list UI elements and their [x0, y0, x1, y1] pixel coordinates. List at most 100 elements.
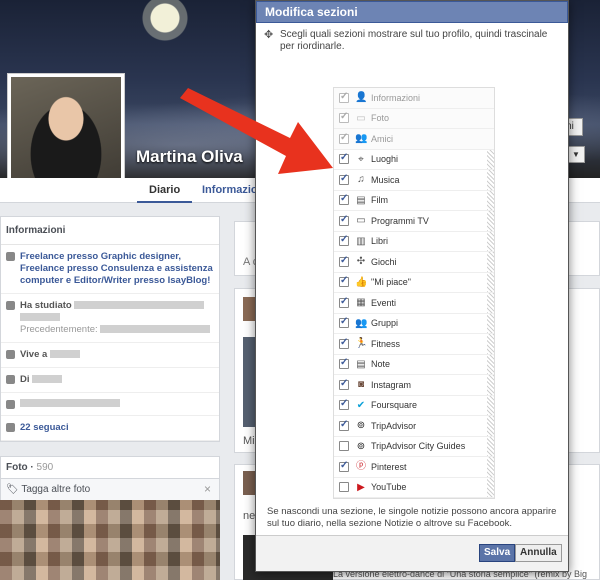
section-checkbox[interactable]	[339, 378, 349, 390]
friends-icon: 👥	[355, 133, 368, 145]
section-checkbox[interactable]	[339, 255, 349, 267]
section-label: Fitness	[371, 338, 401, 349]
section-item[interactable]: ✣ Giochi	[334, 252, 494, 273]
chevron-down-icon: ▼	[572, 150, 580, 159]
section-checkbox[interactable]	[339, 275, 349, 288]
section-item[interactable]: ♫ Musica	[334, 170, 494, 191]
section-checkbox[interactable]	[339, 234, 349, 247]
section-item[interactable]: 👍"Mi piace"	[334, 272, 494, 293]
instagram-icon: ◙	[357, 379, 365, 391]
photos-grid[interactable]	[0, 500, 220, 580]
photos-count: 590	[36, 462, 54, 473]
thumbs-up-icon: 👍	[355, 276, 368, 288]
section-checkbox[interactable]	[339, 441, 349, 452]
followers-link[interactable]: 22 seguaci	[20, 422, 69, 434]
save-button[interactable]: Salva	[479, 544, 516, 562]
info-lives-prefix: Vive a	[20, 349, 48, 360]
section-item[interactable]: 🏃Fitness	[334, 334, 494, 355]
section-checkbox[interactable]	[339, 316, 349, 329]
section-label: Foursquare	[371, 400, 418, 411]
section-item[interactable]: ✔ Foursquare	[334, 395, 494, 416]
section-label: Instagram	[371, 379, 412, 390]
section-item[interactable]: ▤ Note	[334, 354, 494, 375]
drag-handle[interactable]	[487, 395, 494, 415]
section-checkbox[interactable]	[339, 398, 349, 411]
pinterest-icon: ⓟ	[356, 461, 366, 473]
info-row-study: Ha studiato Precedentemente:	[1, 294, 219, 343]
section-item[interactable]: 👥Amici	[334, 129, 494, 150]
section-label: TripAdvisor	[371, 420, 417, 431]
section-item[interactable]: ⓟ Pinterest	[334, 457, 494, 478]
drag-handle[interactable]	[487, 354, 494, 374]
close-icon[interactable]: ×	[204, 482, 211, 496]
profile-picture[interactable]	[7, 73, 125, 191]
section-label: Luoghi	[371, 154, 399, 165]
drag-handle[interactable]	[487, 293, 494, 313]
section-checkbox[interactable]	[339, 460, 349, 472]
photos-header[interactable]: Foto · 590	[0, 456, 220, 479]
drag-handle[interactable]	[487, 334, 494, 354]
drag-handle[interactable]	[487, 457, 494, 477]
drag-handle[interactable]	[487, 231, 494, 251]
section-label: TripAdvisor City Guides	[371, 441, 466, 452]
section-label: Film	[371, 195, 388, 206]
drag-handle[interactable]	[487, 149, 494, 169]
section-label: Musica	[371, 174, 400, 185]
redacted-city	[49, 350, 80, 359]
drag-handle[interactable]	[487, 375, 494, 395]
info-work-text[interactable]: Freelance presso Graphic designer, Freel…	[20, 251, 214, 287]
section-item[interactable]: ▦ Eventi	[334, 293, 494, 314]
section-item[interactable]: 👤Informazioni	[334, 88, 494, 109]
section-checkbox	[339, 111, 349, 124]
section-checkbox[interactable]	[339, 193, 349, 206]
section-item[interactable]: ▤ Film	[334, 190, 494, 211]
section-item[interactable]: ⌖ Luoghi	[334, 149, 494, 170]
section-checkbox	[339, 91, 349, 103]
music-note-icon: ♫	[357, 174, 365, 186]
film-icon: ▤	[356, 194, 366, 206]
section-label: Pinterest	[371, 461, 407, 472]
tripadvisor-icon: ⊚	[356, 420, 366, 432]
section-checkbox[interactable]	[339, 337, 349, 349]
section-item[interactable]: ▥ Libri	[334, 231, 494, 252]
section-label: YouTube	[371, 482, 407, 493]
drag-handle[interactable]	[487, 416, 494, 436]
section-checkbox[interactable]	[339, 152, 349, 165]
drag-handle[interactable]	[487, 211, 494, 231]
section-checkbox[interactable]	[339, 173, 349, 185]
section-item[interactable]: ▶ YouTube	[334, 477, 494, 498]
section-checkbox[interactable]	[339, 357, 349, 370]
section-label: Libri	[371, 236, 389, 247]
cancel-button[interactable]: Annulla	[515, 544, 562, 562]
section-item[interactable]: ▭ Programmi TV	[334, 211, 494, 232]
tag-photos-row[interactable]: 🏷 Tagga altre foto ×	[0, 478, 220, 501]
profile-name: Martina Oliva	[136, 147, 243, 166]
section-checkbox[interactable]	[339, 214, 349, 226]
drag-handle[interactable]	[487, 436, 494, 456]
section-item[interactable]: ⊚ TripAdvisor City Guides	[334, 436, 494, 457]
photos-title: Foto	[6, 462, 28, 473]
section-checkbox[interactable]	[339, 482, 349, 493]
cover-dropdown-button[interactable]: ▼	[567, 146, 585, 163]
graduation-cap-icon	[6, 301, 15, 310]
info-row-from: Di	[1, 368, 219, 393]
drag-handle[interactable]	[487, 190, 494, 210]
drag-handle[interactable]	[487, 272, 494, 292]
map-pin-icon: ⌖	[358, 153, 364, 165]
section-checkbox[interactable]	[339, 419, 349, 431]
section-label: Informazioni	[371, 92, 421, 103]
section-item[interactable]: ◙ Instagram	[334, 375, 494, 396]
tab-diario[interactable]: Diario	[137, 178, 193, 203]
tripadvisor-icon: ⊚	[356, 440, 366, 452]
drag-handle[interactable]	[487, 313, 494, 333]
section-item[interactable]: ▭ Foto	[334, 108, 494, 129]
drag-handle[interactable]	[487, 252, 494, 272]
tv-icon: ▭	[356, 215, 366, 227]
section-checkbox[interactable]	[339, 296, 349, 308]
section-item[interactable]: ⊚ TripAdvisor	[334, 416, 494, 437]
drag-handle[interactable]	[487, 477, 494, 497]
drag-handle[interactable]	[487, 170, 494, 190]
photo-icon: ▭	[356, 112, 366, 124]
person-icon: 👤	[355, 92, 368, 104]
section-item[interactable]: 👥Gruppi	[334, 313, 494, 334]
